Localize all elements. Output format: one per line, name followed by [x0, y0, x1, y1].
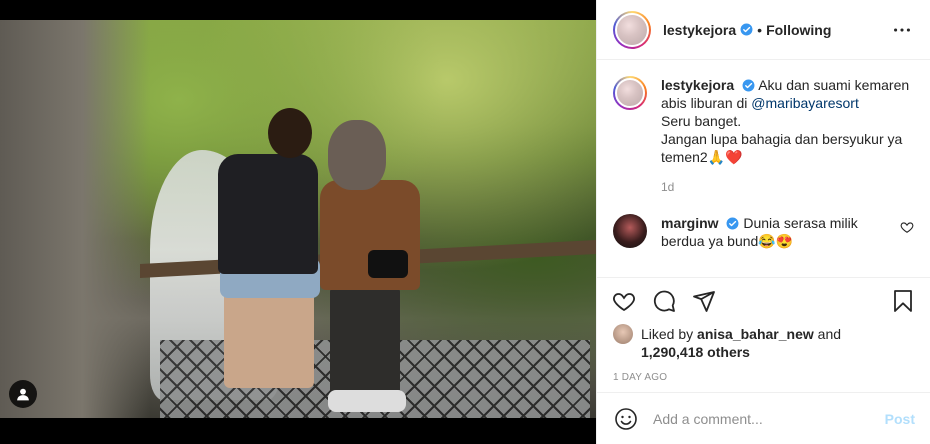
heart-icon: [613, 293, 635, 312]
commenter-username[interactable]: marginw: [661, 215, 719, 231]
caption-line-3: Jangan lupa bahagia dan bersyukur ya tem…: [661, 131, 903, 165]
comment-button[interactable]: [651, 288, 677, 314]
post-comment-button[interactable]: Post: [885, 411, 915, 427]
post-actions-bar: [597, 278, 930, 324]
photo-person-woman: [310, 120, 420, 418]
verified-badge-icon: [740, 23, 753, 36]
likes-summary: Liked by anisa_bahar_new and: [597, 324, 930, 344]
header-separator: •: [757, 21, 763, 38]
photo-pane: [0, 0, 596, 444]
add-comment-bar: Post: [597, 392, 930, 444]
author-avatar[interactable]: [613, 10, 651, 49]
tagged-users-button[interactable]: [9, 380, 37, 408]
comments-section: lestykejora Aku dan suami kemaren abis l…: [597, 60, 930, 278]
liker-username[interactable]: anisa_bahar_new: [697, 326, 814, 342]
caption-mention-link[interactable]: @maribayaresort: [751, 95, 859, 111]
author-username[interactable]: lestykejora: [663, 22, 736, 38]
following-button[interactable]: Following: [766, 22, 831, 38]
likes-count-link[interactable]: 1,290,418 others: [597, 344, 930, 360]
caption-timestamp[interactable]: 1d: [661, 180, 914, 194]
liker-avatar[interactable]: [613, 324, 633, 344]
photo-person-man: [210, 108, 320, 408]
emoji-button[interactable]: [613, 406, 639, 432]
liked-by-text: Liked by anisa_bahar_new and: [641, 325, 841, 343]
bookmark-icon: [894, 290, 912, 312]
share-icon: [693, 291, 715, 312]
verified-badge-icon: [727, 217, 739, 230]
liked-by-suffix: and: [813, 326, 842, 342]
caption-line-2: Seru banget.: [661, 113, 742, 129]
caption-username[interactable]: lestykejora: [661, 77, 734, 93]
more-options-button[interactable]: [890, 18, 914, 42]
verified-badge-icon: [742, 79, 755, 92]
comment-icon: [653, 290, 675, 312]
comment-input[interactable]: [653, 410, 885, 427]
post-header: lestykejora • Following: [597, 0, 930, 60]
comment-row: marginw Dunia serasa milik berdua ya bun…: [613, 214, 914, 250]
user-icon: [17, 388, 29, 401]
photo-blurred-foreground: [0, 20, 150, 418]
caption-text: lestykejora Aku dan suami kemaren abis l…: [661, 76, 914, 166]
caption-row: lestykejora Aku dan suami kemaren abis l…: [613, 76, 914, 166]
more-horizontal-icon: [894, 27, 910, 32]
comment-text: marginw Dunia serasa milik berdua ya bun…: [661, 214, 892, 250]
liked-by-prefix: Liked by: [641, 326, 698, 342]
save-button[interactable]: [890, 288, 916, 314]
post-date[interactable]: 1 DAY AGO: [597, 372, 930, 383]
caption-avatar[interactable]: [613, 76, 647, 110]
emoji-icon: [615, 407, 637, 430]
instagram-post-modal: lestykejora • Following lestykejora Aku …: [0, 0, 930, 444]
comment-like-heart-icon[interactable]: [900, 220, 914, 234]
commenter-avatar[interactable]: [613, 214, 647, 248]
share-button[interactable]: [691, 288, 717, 314]
post-side-panel: lestykejora • Following lestykejora Aku …: [596, 0, 930, 444]
post-photo[interactable]: [0, 20, 596, 418]
like-button[interactable]: [611, 288, 637, 314]
